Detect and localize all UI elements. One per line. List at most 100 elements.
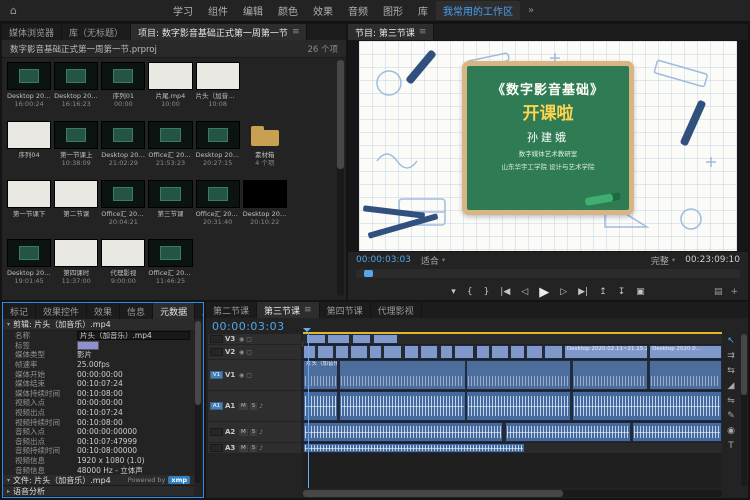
video-clip[interactable] (476, 345, 490, 359)
slip-tool-icon[interactable]: ⇋ (727, 396, 735, 406)
project-item[interactable]: 片头（加音乐）... 10:08 (196, 60, 240, 118)
selection-tool-icon[interactable]: ↖ (727, 336, 735, 346)
timeline-vertical-scrollbar[interactable] (741, 334, 747, 486)
video-clip[interactable] (526, 345, 543, 359)
project-item-thumbnail[interactable] (148, 239, 192, 267)
home-icon[interactable]: ⌂ (10, 4, 17, 17)
sequence-tab[interactable]: 第三节课≡ (257, 302, 320, 318)
monitor-scrub-bar[interactable] (356, 269, 740, 278)
project-item-thumbnail[interactable] (196, 180, 240, 208)
play-icon[interactable]: ▶ (539, 285, 549, 300)
project-item-thumbnail[interactable] (54, 239, 98, 267)
project-item[interactable]: 序列04 (7, 119, 51, 177)
add-marker-icon[interactable]: ▾ (451, 287, 456, 297)
video-clip[interactable] (420, 345, 438, 359)
video-clip[interactable] (327, 334, 350, 344)
workspace-tab[interactable]: 图形 (376, 1, 410, 20)
workspace-tab[interactable]: 编辑 (236, 1, 270, 20)
video-clip[interactable] (510, 345, 525, 359)
project-item[interactable]: Desktop 2020.02... 20:27:15 (196, 119, 240, 177)
audio-clip[interactable] (339, 391, 466, 421)
video-clip[interactable] (303, 345, 316, 359)
project-item-thumbnail[interactable] (101, 180, 145, 208)
solo-button[interactable]: S (250, 403, 258, 410)
sequence-tab[interactable]: 代理影视 (371, 302, 422, 318)
pen-tool-icon[interactable]: ✎ (727, 411, 735, 421)
workspace-tab[interactable]: 颜色 (271, 1, 305, 20)
audio-clip[interactable] (303, 443, 525, 453)
mic-icon[interactable]: ♪ (259, 403, 263, 410)
video-clip[interactable] (440, 345, 453, 359)
project-item-thumbnail[interactable] (7, 180, 51, 208)
inspector-tab[interactable]: 标记 (3, 303, 36, 319)
project-item[interactable]: Desktop 2020.02... 19:01:45 (7, 237, 51, 295)
audio-track-header[interactable]: A1 A1 M S ♪ (208, 391, 301, 421)
audio-clip[interactable] (632, 422, 722, 442)
video-clip[interactable] (454, 345, 474, 359)
current-timecode[interactable]: 00:00:03:03 (356, 255, 411, 265)
track-output-eye-icon[interactable]: ◉ (239, 349, 244, 356)
workspace-tab[interactable]: 学习 (166, 1, 200, 20)
clip-metadata-header[interactable]: 剪辑: 片头（加音乐）.mp4 (3, 319, 194, 331)
workspace-tab[interactable]: 效果 (306, 1, 340, 20)
video-track-header[interactable]: V3 ◉ ▢ (208, 334, 301, 344)
source-patch[interactable] (210, 335, 223, 343)
go-to-out-icon[interactable]: ▶| (578, 287, 588, 297)
project-item-thumbnail[interactable] (7, 62, 51, 90)
lift-icon[interactable]: ↥ (599, 287, 607, 297)
project-item-thumbnail[interactable] (101, 62, 145, 90)
playback-resolution-select[interactable]: 完整 (651, 254, 675, 267)
hand-tool-icon[interactable]: ◉ (727, 426, 735, 436)
source-patch[interactable]: A1 (210, 402, 223, 410)
project-item[interactable]: Desktop 2020.02... 16:16:23 (54, 60, 98, 118)
mute-button[interactable]: M (239, 429, 248, 436)
audio-clip[interactable] (303, 422, 503, 442)
project-item-thumbnail[interactable] (7, 239, 51, 267)
project-item-thumbnail[interactable] (148, 121, 192, 149)
project-scrollbar[interactable] (337, 60, 344, 296)
metadata-value[interactable]: 00:10:08:00 (77, 389, 190, 398)
project-panel-tab[interactable]: 媒体浏览器 (2, 24, 62, 40)
track-output-eye-icon[interactable]: ◉ (239, 372, 244, 379)
video-clip[interactable] (335, 345, 349, 359)
metadata-value[interactable]: 00:10:07:24 (77, 379, 190, 388)
project-item[interactable]: 序列01 00:00 (101, 60, 145, 118)
metadata-value[interactable]: 00:10:08:00 (77, 418, 190, 427)
video-clip[interactable] (369, 345, 382, 359)
go-to-in-icon[interactable]: |◀ (500, 287, 510, 297)
type-tool-icon[interactable]: T (728, 441, 734, 451)
video-clip[interactable] (352, 334, 371, 344)
program-monitor-tab[interactable]: 节目: 第三节课≡ (348, 24, 434, 40)
panel-menu-icon[interactable]: ≡ (304, 305, 312, 315)
metadata-value[interactable]: 00:10:07:24 (77, 408, 190, 417)
project-item[interactable]: 第一节课上 10:38:09 (54, 119, 98, 177)
video-track-header[interactable]: V2 ◉ ▢ (208, 345, 301, 359)
workspace-tab[interactable]: » (521, 3, 541, 18)
source-patch[interactable] (210, 444, 223, 452)
video-track-header[interactable]: V1 V1 ◉ ▢ (208, 360, 301, 390)
monitor-playhead[interactable] (364, 270, 373, 277)
project-item-thumbnail[interactable] (148, 180, 192, 208)
sequence-tab[interactable]: 第四节课 (320, 302, 371, 318)
track-select-forward-tool-icon[interactable]: ⇉ (727, 351, 735, 361)
solo-button[interactable]: S (250, 445, 258, 452)
export-frame-icon[interactable]: ▣ (636, 287, 645, 297)
project-item-thumbnail[interactable] (7, 121, 51, 149)
metadata-value[interactable]: 00:00:00:00 (77, 398, 190, 407)
video-clip[interactable] (373, 334, 398, 344)
panel-menu-icon[interactable]: ≡ (419, 27, 427, 37)
workspace-tab[interactable]: 我常用的工作区 (436, 1, 520, 20)
project-item[interactable]: Office汇 2020.0... 21:53:23 (148, 119, 192, 177)
source-patch[interactable]: V1 (210, 371, 223, 379)
project-item-thumbnail[interactable] (54, 121, 98, 149)
project-item-thumbnail[interactable] (196, 121, 240, 149)
video-clip[interactable] (572, 360, 648, 390)
video-clip[interactable]: Desktop 2020.02.11~21.15.27.4 (564, 345, 648, 359)
project-item-thumbnail[interactable] (243, 121, 287, 149)
mic-icon[interactable]: ♪ (259, 429, 263, 436)
mute-button[interactable]: M (239, 403, 248, 410)
video-clip[interactable] (404, 345, 419, 359)
video-clip[interactable] (649, 360, 722, 390)
project-item-thumbnail[interactable] (54, 180, 98, 208)
video-clip[interactable] (491, 345, 509, 359)
